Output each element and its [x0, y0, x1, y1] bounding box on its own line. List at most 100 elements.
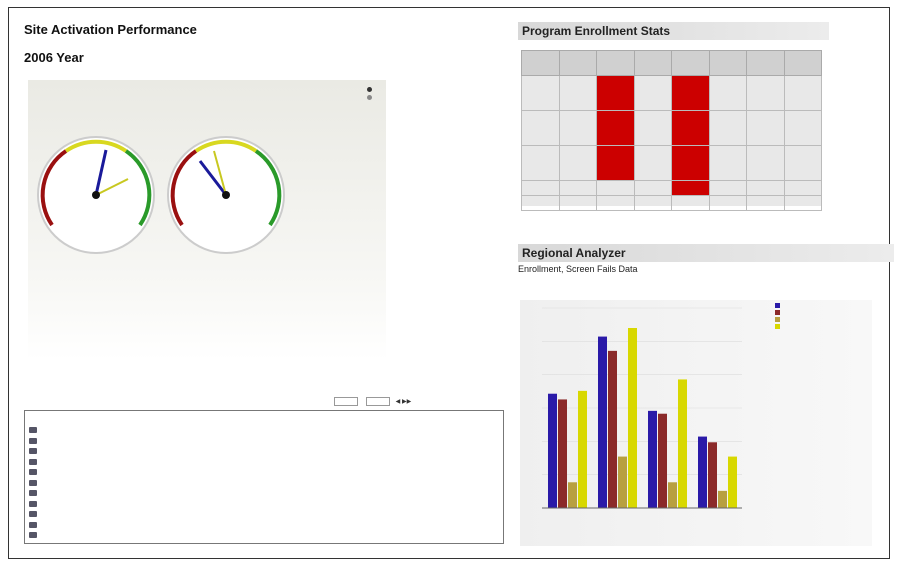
report-icon — [29, 448, 37, 454]
table-cell — [596, 180, 635, 196]
table-cell — [633, 145, 672, 181]
column-header — [671, 50, 710, 76]
list-item[interactable] — [25, 467, 43, 477]
report-icon — [29, 437, 37, 444]
column-header — [708, 50, 747, 76]
table-cell — [746, 195, 785, 211]
table-cell — [521, 195, 560, 211]
bar-2-1[interactable] — [618, 456, 627, 508]
table-cell — [671, 75, 710, 111]
report-icon — [29, 479, 37, 486]
table-total-row — [521, 195, 822, 211]
report-icon — [29, 469, 37, 475]
table-cell — [708, 180, 747, 196]
bar-0-1[interactable] — [598, 336, 607, 508]
report-list — [24, 410, 504, 544]
table-cell — [633, 110, 672, 146]
legend-swatch-icon — [775, 310, 780, 316]
enrollment-table-panel — [521, 50, 822, 211]
list-item[interactable] — [25, 446, 43, 456]
table-cell — [708, 195, 747, 211]
bar-3-2[interactable] — [678, 379, 687, 508]
bar-1-0[interactable] — [558, 399, 567, 508]
bar-2-3[interactable] — [718, 490, 727, 508]
regional-subtitle: Enrollment, Screen Fails Data — [518, 264, 638, 274]
table-cell — [746, 145, 785, 181]
list-item[interactable] — [25, 457, 43, 467]
gauge-panel — [28, 80, 386, 360]
list-item[interactable] — [25, 499, 43, 509]
column-header — [783, 50, 822, 76]
list-item[interactable] — [25, 509, 43, 519]
page-input[interactable] — [334, 397, 358, 406]
bar-1-3[interactable] — [708, 442, 717, 508]
list-item[interactable] — [25, 530, 43, 540]
table-cell — [558, 195, 597, 211]
list-item[interactable] — [25, 488, 43, 498]
report-icon — [29, 458, 37, 465]
list-item[interactable] — [25, 478, 43, 488]
column-header — [596, 50, 635, 76]
prev-page-icon[interactable]: ◀ — [396, 399, 401, 405]
chart-legend-item — [775, 324, 783, 331]
table-cell — [746, 110, 785, 146]
column-header — [746, 50, 785, 76]
table-cell — [558, 75, 597, 111]
table-cell — [783, 195, 822, 211]
column-header — [521, 50, 560, 76]
chart-legend-item — [775, 310, 783, 317]
chart-panel — [520, 300, 872, 546]
table-cell — [783, 110, 822, 146]
bar-3-1[interactable] — [628, 328, 637, 508]
bar-0-0[interactable] — [548, 393, 557, 508]
page-title: Site Activation Performance — [24, 22, 197, 37]
legend-swatch-icon — [775, 324, 780, 330]
bar-2-0[interactable] — [568, 482, 577, 508]
legend-swatch-icon — [775, 303, 780, 309]
year-label: 2006 Year — [24, 50, 84, 65]
bar-3-0[interactable] — [578, 390, 587, 508]
report-icon — [29, 532, 37, 538]
bar-0-3[interactable] — [698, 436, 707, 508]
gauge-1 — [37, 136, 155, 254]
list-item[interactable] — [25, 436, 43, 446]
table-cell — [783, 75, 822, 111]
table-cell — [633, 195, 672, 211]
bar-0-2[interactable] — [648, 410, 657, 508]
report-icon — [29, 521, 37, 528]
table-cell — [558, 145, 597, 181]
table-row — [521, 75, 822, 111]
table-row — [521, 110, 822, 146]
table-cell — [596, 145, 635, 181]
regional-header: Regional Analyzer — [518, 244, 894, 262]
table-cell — [596, 75, 635, 111]
list-item[interactable] — [25, 425, 43, 435]
chart-legend-item — [775, 317, 783, 324]
list-item[interactable] — [25, 520, 43, 530]
column-header — [558, 50, 597, 76]
table-cell — [558, 110, 597, 146]
bar-1-2[interactable] — [658, 413, 667, 508]
chart-legend-item — [775, 303, 783, 310]
table-cell — [708, 145, 747, 181]
table-cell — [671, 180, 710, 196]
report-icon — [29, 500, 37, 507]
table-cell — [746, 180, 785, 196]
bar-3-3[interactable] — [728, 456, 737, 508]
table-cell — [783, 145, 822, 181]
bar-2-2[interactable] — [668, 482, 677, 508]
report-icon — [29, 427, 37, 433]
chart-legend — [775, 303, 783, 331]
enrollment-header: Program Enrollment Stats — [518, 22, 829, 40]
page-count-box — [366, 397, 390, 406]
report-icon — [29, 490, 37, 496]
table-row — [521, 145, 822, 181]
table-cell — [521, 75, 560, 111]
bar-1-1[interactable] — [608, 350, 617, 508]
table-total-row — [521, 180, 822, 196]
table-cell — [671, 145, 710, 181]
legend-swatch-icon — [775, 317, 780, 323]
next-page-icon[interactable]: ▶▶ — [402, 399, 411, 405]
bar-chart — [542, 307, 742, 509]
column-header — [633, 50, 672, 76]
